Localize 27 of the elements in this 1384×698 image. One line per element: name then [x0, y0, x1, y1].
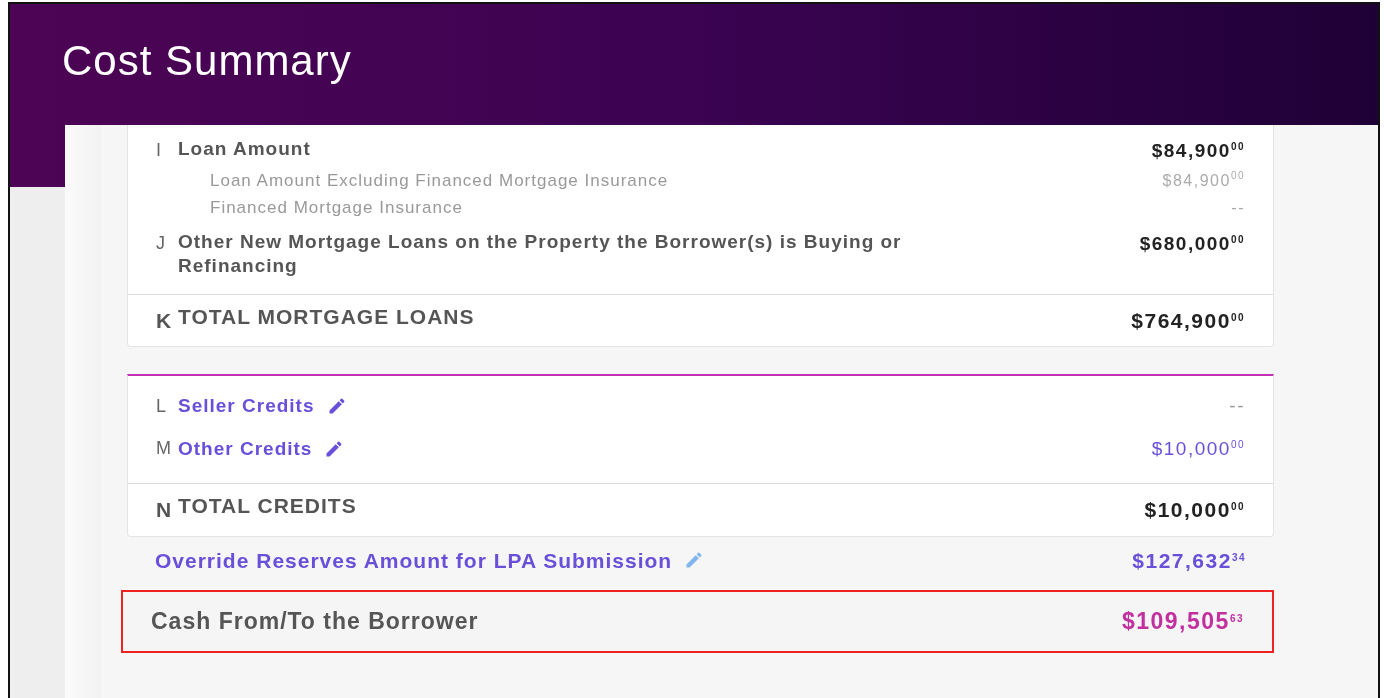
- total-label: TOTAL CREDITS: [178, 494, 357, 519]
- credit-link[interactable]: Other Credits: [178, 434, 313, 463]
- row-letter: K: [156, 307, 174, 334]
- amount: $84,900$^{00}$: [1162, 168, 1245, 191]
- override-link[interactable]: Override Reserves Amount for LPA Submission: [155, 544, 673, 576]
- amount: $764,900$^{00}$: [1131, 307, 1245, 334]
- amount: --: [1231, 197, 1245, 218]
- amount: $10,000$^{00}$: [1144, 497, 1245, 523]
- row-letter: I: [156, 139, 163, 162]
- amount: --: [1229, 394, 1245, 418]
- row-letter: J: [156, 231, 167, 255]
- row-label: Financed Mortgage Insurance: [209, 196, 463, 219]
- row-label: Loan Amount Excluding Financed Mortgage Insurance: [209, 169, 669, 192]
- amount: $10,000$^{00}$: [1151, 436, 1245, 461]
- row-letter: N: [156, 497, 174, 523]
- amount: $109,505$^{63}$: [1121, 607, 1244, 636]
- row-label: Other New Mortgage Loans on the Property the Borrower(s) is Buying or Refinancing: [178, 229, 903, 278]
- row-letter: L: [156, 394, 168, 418]
- amount: $127,632$^{34}$: [1132, 547, 1246, 574]
- credit-link[interactable]: Seller Credits: [178, 392, 315, 421]
- amount: $84,900$^{00}$: [1151, 139, 1245, 163]
- row-label: Loan Amount: [178, 137, 311, 161]
- page-title: Cost Summary: [62, 36, 353, 86]
- total-label: TOTAL MORTGAGE LOANS: [178, 304, 475, 330]
- row-letter: M: [156, 437, 173, 461]
- cash-label: Cash From/To the Borrower: [151, 609, 479, 634]
- amount: $680,000$^{00}$: [1139, 231, 1245, 256]
